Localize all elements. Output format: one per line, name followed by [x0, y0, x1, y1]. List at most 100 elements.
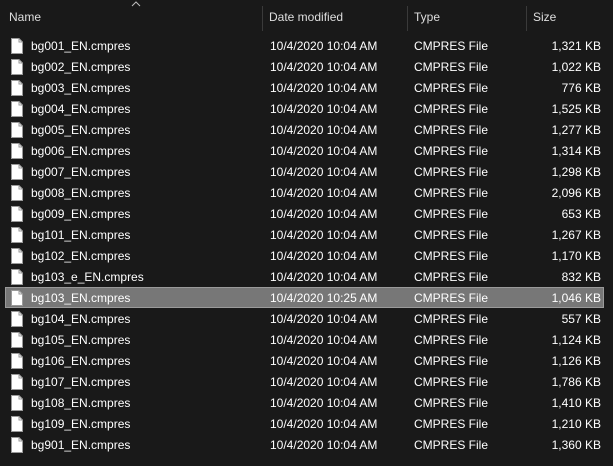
file-name: bg901_EN.cmpres	[31, 438, 131, 452]
file-icon	[11, 269, 23, 285]
file-size: 1,298 KB	[551, 165, 601, 179]
file-type: CMPRES File	[414, 228, 489, 242]
file-date-modified: 10/4/2020 10:25 AM	[270, 291, 378, 305]
file-name: bg101_EN.cmpres	[31, 228, 131, 242]
file-size: 1,277 KB	[551, 123, 601, 137]
file-type: CMPRES File	[414, 102, 489, 116]
file-icon	[11, 374, 23, 390]
file-name: bg105_EN.cmpres	[31, 333, 131, 347]
file-icon	[11, 332, 23, 348]
file-size: 1,170 KB	[551, 249, 601, 263]
file-type: CMPRES File	[414, 186, 489, 200]
file-type: CMPRES File	[414, 249, 489, 263]
file-size: 1,046 KB	[551, 291, 601, 305]
file-row[interactable]: bg901_EN.cmpres 10/4/2020 10:04 AM CMPRES …	[5, 434, 604, 455]
file-type: CMPRES File	[414, 333, 489, 347]
file-type: CMPRES File	[414, 270, 489, 284]
file-date-modified: 10/4/2020 10:04 AM	[270, 312, 378, 326]
file-size: 653 KB	[561, 207, 601, 221]
file-icon	[11, 101, 23, 117]
file-name: bg008_EN.cmpres	[31, 186, 131, 200]
column-header-date-modified[interactable]: Date modified	[263, 0, 407, 33]
file-icon	[11, 59, 23, 75]
file-name: bg104_EN.cmpres	[31, 312, 131, 326]
file-icon	[11, 122, 23, 138]
file-name: bg006_EN.cmpres	[31, 144, 131, 158]
file-type: CMPRES File	[414, 312, 489, 326]
file-name: bg102_EN.cmpres	[31, 249, 131, 263]
column-header-type[interactable]: Type	[408, 0, 526, 33]
file-row[interactable]: bg001_EN.cmpres 10/4/2020 10:04 AM CMPRES …	[5, 35, 604, 56]
file-row[interactable]: bg107_EN.cmpres 10/4/2020 10:04 AM CMPRES …	[5, 371, 604, 392]
file-row[interactable]: bg109_EN.cmpres 10/4/2020 10:04 AM CMPRES …	[5, 413, 604, 434]
file-row[interactable]: bg005_EN.cmpres 10/4/2020 10:04 AM CMPRES …	[5, 119, 604, 140]
file-date-modified: 10/4/2020 10:04 AM	[270, 438, 378, 452]
file-date-modified: 10/4/2020 10:04 AM	[270, 354, 378, 368]
file-size: 1,786 KB	[551, 375, 601, 389]
file-type: CMPRES File	[414, 144, 489, 158]
file-row[interactable]: bg105_EN.cmpres 10/4/2020 10:04 AM CMPRES …	[5, 329, 604, 350]
file-icon	[11, 38, 23, 54]
column-header-name[interactable]: Name	[3, 0, 262, 33]
file-size: 1,124 KB	[551, 333, 601, 347]
file-row[interactable]: bg106_EN.cmpres 10/4/2020 10:04 AM CMPRES …	[5, 350, 604, 371]
file-date-modified: 10/4/2020 10:04 AM	[270, 102, 378, 116]
file-row[interactable]: bg101_EN.cmpres 10/4/2020 10:04 AM CMPRES …	[5, 224, 604, 245]
file-type: CMPRES File	[414, 375, 489, 389]
file-row[interactable]: bg004_EN.cmpres 10/4/2020 10:04 AM CMPRES …	[5, 98, 604, 119]
file-row[interactable]: bg108_EN.cmpres 10/4/2020 10:04 AM CMPRES …	[5, 392, 604, 413]
file-icon	[11, 290, 23, 306]
file-type: CMPRES File	[414, 354, 489, 368]
file-row[interactable]: bg102_EN.cmpres 10/4/2020 10:04 AM CMPRES …	[5, 245, 604, 266]
file-date-modified: 10/4/2020 10:04 AM	[270, 81, 378, 95]
column-header-name-label: Name	[9, 10, 42, 24]
file-type: CMPRES File	[414, 396, 489, 410]
file-size: 1,314 KB	[551, 144, 601, 158]
file-icon	[11, 143, 23, 159]
file-name: bg002_EN.cmpres	[31, 60, 131, 74]
file-type: CMPRES File	[414, 39, 489, 53]
file-name: bg106_EN.cmpres	[31, 354, 131, 368]
file-row[interactable]: bg002_EN.cmpres 10/4/2020 10:04 AM CMPRES …	[5, 56, 604, 77]
file-date-modified: 10/4/2020 10:04 AM	[270, 396, 378, 410]
file-row[interactable]: bg007_EN.cmpres 10/4/2020 10:04 AM CMPRES …	[5, 161, 604, 182]
file-name: bg108_EN.cmpres	[31, 396, 131, 410]
file-name: bg009_EN.cmpres	[31, 207, 131, 221]
file-size: 1,022 KB	[551, 60, 601, 74]
file-icon	[11, 227, 23, 243]
file-date-modified: 10/4/2020 10:04 AM	[270, 207, 378, 221]
file-type: CMPRES File	[414, 291, 489, 305]
file-size: 2,096 KB	[551, 186, 601, 200]
file-icon	[11, 164, 23, 180]
file-icon	[11, 248, 23, 264]
chevron-up-icon	[131, 1, 141, 7]
file-name: bg003_EN.cmpres	[31, 81, 131, 95]
file-row[interactable]: bg009_EN.cmpres 10/4/2020 10:04 AM CMPRES …	[5, 203, 604, 224]
file-date-modified: 10/4/2020 10:04 AM	[270, 39, 378, 53]
file-row[interactable]: bg008_EN.cmpres 10/4/2020 10:04 AM CMPRES …	[5, 182, 604, 203]
file-icon	[11, 185, 23, 201]
file-row[interactable]: bg003_EN.cmpres 10/4/2020 10:04 AM CMPRES …	[5, 77, 604, 98]
file-size: 1,321 KB	[551, 39, 601, 53]
file-date-modified: 10/4/2020 10:04 AM	[270, 186, 378, 200]
file-row[interactable]: bg104_EN.cmpres 10/4/2020 10:04 AM CMPRES …	[5, 308, 604, 329]
file-size: 1,410 KB	[551, 396, 601, 410]
file-icon	[11, 416, 23, 432]
file-type: CMPRES File	[414, 438, 489, 452]
file-icon	[11, 206, 23, 222]
file-row[interactable]: bg103_EN.cmpres 10/4/2020 10:25 AM CMPRES …	[5, 287, 604, 308]
file-size: 557 KB	[561, 312, 601, 326]
file-date-modified: 10/4/2020 10:04 AM	[270, 333, 378, 347]
file-date-modified: 10/4/2020 10:04 AM	[270, 123, 378, 137]
file-type: CMPRES File	[414, 60, 489, 74]
file-row[interactable]: bg103_e_EN.cmpres 10/4/2020 10:04 AM CMPRE…	[5, 266, 604, 287]
file-icon	[11, 311, 23, 327]
file-date-modified: 10/4/2020 10:04 AM	[270, 375, 378, 389]
file-icon	[11, 395, 23, 411]
file-type: CMPRES File	[414, 165, 489, 179]
column-header-date-label: Date modified	[269, 10, 344, 24]
file-size: 1,267 KB	[551, 228, 601, 242]
column-header-size[interactable]: Size	[527, 0, 613, 33]
file-size: 1,360 KB	[551, 438, 601, 452]
file-row[interactable]: bg006_EN.cmpres 10/4/2020 10:04 AM CMPRES …	[5, 140, 604, 161]
